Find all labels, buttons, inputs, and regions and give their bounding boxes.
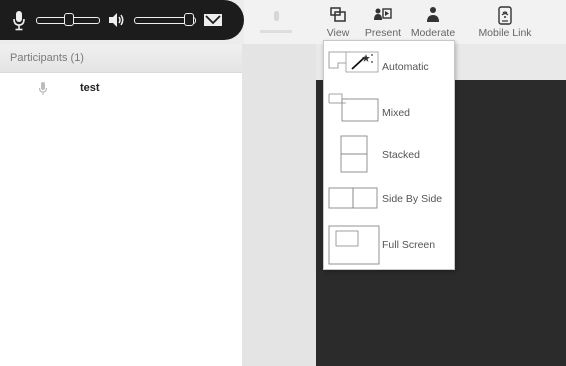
menu-item-automatic[interactable]: Automatic [324,43,454,83]
mobile-link-icon [473,6,537,26]
menu-item-stacked[interactable]: Stacked [324,133,454,173]
audio-control-bar [0,0,244,40]
mobile-link-label: Mobile Link [478,27,532,39]
participant-row[interactable]: test [0,79,242,101]
present-button[interactable]: Present [360,6,406,39]
participants-header: Participants (1) [0,44,242,73]
present-screen-icon [360,6,406,26]
ghost-toolbar-item [256,8,296,40]
menu-item-label: Automatic [382,61,429,73]
menu-item-label: Mixed [382,107,411,119]
menu-item-mixed[interactable]: Mixed [324,87,454,127]
magic-wand-layout-icon [328,51,380,82]
menu-item-label: Full Screen [382,239,436,251]
camera-off-icon[interactable] [203,13,223,32]
moderate-button[interactable]: Moderate [408,6,458,39]
microphone-icon [38,81,48,102]
microphone-icon[interactable] [12,10,26,37]
side-divider-strip [242,44,316,366]
view-dropdown-menu: Automatic Mixed Stacked Side By Side Ful… [323,40,455,270]
side-by-side-layout-icon [328,187,380,216]
menu-item-full-screen[interactable]: Full Screen [324,223,454,265]
participant-name: test [80,82,100,94]
moderate-label: Moderate [410,27,456,39]
present-label: Present [364,27,402,39]
moderate-person-icon [408,6,458,26]
participants-panel: Participants (1) test [0,44,242,366]
view-layout-icon [323,6,353,26]
mobile-link-button[interactable]: Mobile Link [473,6,537,39]
toolbar: View Present Moderate Mobile Link [244,0,566,44]
view-label: View [326,27,350,39]
menu-item-label: Stacked [382,149,420,161]
stacked-layout-icon [340,135,370,180]
menu-item-side-by-side[interactable]: Side By Side [324,181,454,221]
view-button[interactable]: View [323,6,353,39]
menu-item-label: Side By Side [382,193,443,205]
speaker-icon[interactable] [108,12,126,33]
full-screen-layout-icon [328,225,380,272]
mixed-layout-icon [328,93,380,128]
